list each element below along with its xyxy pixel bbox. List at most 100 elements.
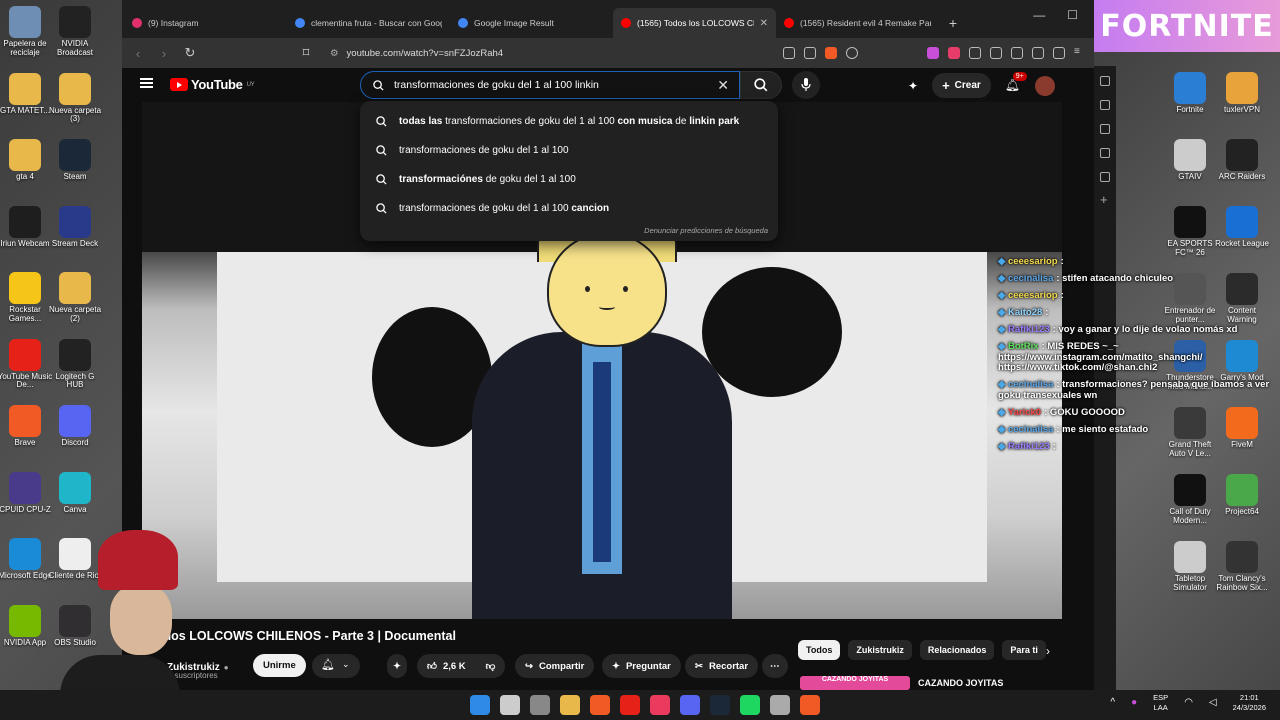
desktop-icon-steam[interactable]: Steam: [47, 139, 103, 182]
feed-icon[interactable]: ✦: [908, 79, 918, 93]
recommended-video[interactable]: CAZANDO JOYITAS CAZANDO JOYITAS: [800, 676, 1003, 690]
desktop-icon-rocket-league[interactable]: Rocket League: [1214, 206, 1270, 249]
taskbar-app-icon[interactable]: [710, 695, 730, 715]
desktop-icon-brave[interactable]: Brave: [0, 405, 53, 448]
minimize-icon[interactable]: —: [1033, 8, 1045, 22]
mic-icon[interactable]: ●: [1131, 696, 1137, 709]
new-tab-button[interactable]: +: [939, 8, 967, 38]
voice-search-button[interactable]: [792, 71, 820, 99]
clip-button[interactable]: ✂ Recortar: [685, 654, 759, 678]
notifications-button[interactable]: 🔔︎ 9+: [1005, 71, 1027, 94]
taskbar-app-icon[interactable]: [740, 695, 760, 715]
chip-relacionados[interactable]: Relacionados: [919, 640, 995, 660]
url-field[interactable]: ⚙ youtube.com/watch?v=snFZJozRah4: [324, 42, 724, 64]
browser-tab[interactable]: clementina fruta - Buscar con Google: [287, 8, 450, 38]
share-button[interactable]: ↪ Compartir: [515, 654, 595, 678]
desktop-icon-arc-raiders[interactable]: ARC Raiders: [1214, 139, 1270, 182]
volume-icon[interactable]: ◁: [1209, 696, 1217, 709]
chip-zukistrukiz[interactable]: Zukistrukiz: [848, 640, 912, 660]
join-button[interactable]: Unirme: [253, 654, 306, 677]
desktop-icon-iriun-webcam[interactable]: Iriun Webcam: [0, 205, 53, 249]
extension-2-icon[interactable]: [948, 47, 960, 59]
chevron-right-icon[interactable]: ›: [1046, 644, 1050, 658]
taskbar-app-icon[interactable]: [470, 695, 490, 715]
desktop-icon-gta-matet[interactable]: GTA MATET...: [0, 72, 53, 116]
wifi-icon[interactable]: ◠: [1184, 696, 1193, 709]
taskbar-app-icon[interactable]: [500, 695, 520, 715]
rewards-icon[interactable]: [846, 47, 858, 59]
more-actions-button[interactable]: ⋯: [762, 654, 788, 678]
chevron-up-icon[interactable]: ^: [1110, 696, 1115, 709]
sidebar-chat-icon[interactable]: [1100, 100, 1110, 110]
sidebar-reading-icon[interactable]: [1100, 172, 1110, 182]
ask-button[interactable]: ✦ Preguntar: [602, 654, 681, 678]
browser-tab[interactable]: (9) Instagram: [124, 8, 287, 38]
sidebar-add-icon[interactable]: +: [1100, 193, 1110, 206]
sidebar-wallet-icon[interactable]: [1100, 124, 1110, 134]
reload-icon[interactable]: ↻: [182, 45, 198, 61]
search-suggestion[interactable]: transformaciones de goku del 1 al 100: [360, 136, 778, 165]
taskbar-app-icon[interactable]: [620, 695, 640, 715]
vpn-icon[interactable]: [1053, 47, 1065, 59]
share-icon[interactable]: [804, 47, 816, 59]
desktop-icon-gta-4[interactable]: gta 4: [0, 139, 53, 182]
menu-icon[interactable]: ≡: [1074, 47, 1086, 59]
browser-tab[interactable]: (1565) Resident evil 4 Remake Part.2: [776, 8, 939, 38]
chip-para-ti[interactable]: Para ti: [1002, 640, 1046, 660]
desktop-icon-canva[interactable]: Canva: [47, 471, 103, 515]
desktop-icon-fortnite[interactable]: Fortnite: [1162, 72, 1218, 115]
report-predictions-link[interactable]: Denunciar predicciones de búsqueda: [644, 226, 768, 235]
search-suggestion[interactable]: todas las transformaciones de goku del 1…: [360, 107, 778, 136]
desktop-icon-nvidia-broadcast[interactable]: NVIDIA Broadcast: [47, 6, 103, 58]
desktop-icon-tabletop-simulator[interactable]: Tabletop Simulator: [1162, 541, 1218, 593]
search-button[interactable]: [740, 71, 782, 99]
taskbar-app-icon[interactable]: [680, 695, 700, 715]
desktop-icon-gtaiv[interactable]: GTAIV: [1162, 139, 1218, 182]
desktop-icon-cpuid-cpu-z[interactable]: CPUID CPU-Z: [0, 471, 53, 515]
subscribed-bell-button[interactable]: 🔔︎ ⌄: [312, 654, 360, 678]
desktop-icon-discord[interactable]: Discord: [47, 405, 103, 448]
sidebar-icon[interactable]: [1011, 47, 1023, 59]
like-button[interactable]: 👍︎ 2,6 K 👎︎: [417, 654, 506, 678]
dislike-icon[interactable]: 👎︎: [486, 660, 496, 672]
desktop-icon-project64[interactable]: Project64: [1214, 474, 1270, 517]
download-icon[interactable]: [990, 47, 1002, 59]
desktop-icon-stream-deck[interactable]: Stream Deck: [47, 205, 103, 249]
wallet-icon[interactable]: [1032, 47, 1044, 59]
desktop-icon-nueva-carpeta-3[interactable]: Nueva carpeta (3): [47, 72, 103, 125]
puzzle-icon[interactable]: [969, 47, 981, 59]
youtube-logo[interactable]: YouTube UY: [170, 77, 255, 92]
browser-tab[interactable]: Google Image Result: [450, 8, 613, 38]
taskbar-app-icon[interactable]: [530, 695, 550, 715]
forward-icon[interactable]: ›: [156, 46, 172, 61]
bookmark-icon[interactable]: ⌑: [298, 45, 314, 61]
desktop-icon-papelera-de-reciclaje[interactable]: Papelera de reciclaje: [0, 6, 53, 58]
menu-hamburger-icon[interactable]: [140, 78, 153, 88]
hype-button[interactable]: ✦: [387, 654, 407, 678]
clear-search-icon[interactable]: ✕: [717, 77, 729, 94]
taskbar-app-icon[interactable]: [800, 695, 820, 715]
browser-tab[interactable]: (1565) Todos los LOLCOWS CHIL ✕: [613, 8, 776, 38]
language-indicator[interactable]: ESP LAA: [1153, 693, 1168, 713]
search-suggestion[interactable]: transformaciónes de goku del 1 al 100: [360, 165, 778, 194]
screen-icon[interactable]: [783, 47, 795, 59]
desktop-icon-youtube-music-de[interactable]: YouTube Music De...: [0, 338, 53, 391]
site-info-icon[interactable]: ⚙: [330, 48, 339, 59]
desktop-icon-tuxlervpn[interactable]: tuxlerVPN: [1214, 72, 1270, 115]
close-tab-icon[interactable]: ✕: [760, 18, 768, 29]
search-input[interactable]: transformaciones de goku del 1 al 100 li…: [360, 71, 740, 99]
taskbar-app-icon[interactable]: [560, 695, 580, 715]
desktop-icon-nueva-carpeta-2[interactable]: Nueva carpeta (2): [47, 272, 103, 324]
maximize-icon[interactable]: ☐: [1067, 8, 1078, 22]
brave-shield-icon[interactable]: [825, 47, 837, 59]
chip-todos[interactable]: Todos: [798, 640, 841, 660]
taskbar-app-icon[interactable]: [650, 695, 670, 715]
desktop-icon-rockstar-games[interactable]: Rockstar Games...: [0, 272, 53, 324]
back-icon[interactable]: ‹: [130, 46, 146, 61]
search-suggestion[interactable]: transformaciones de goku del 1 al 100 ca…: [360, 194, 778, 223]
clock[interactable]: 21:01 24/3/2026: [1233, 693, 1266, 713]
taskbar-app-icon[interactable]: [770, 695, 790, 715]
create-button[interactable]: + Crear: [932, 73, 991, 98]
desktop-icon-tom-clancy-s-rainbow-six[interactable]: Tom Clancy's Rainbow Six...: [1214, 541, 1270, 593]
account-avatar[interactable]: [1034, 75, 1055, 96]
